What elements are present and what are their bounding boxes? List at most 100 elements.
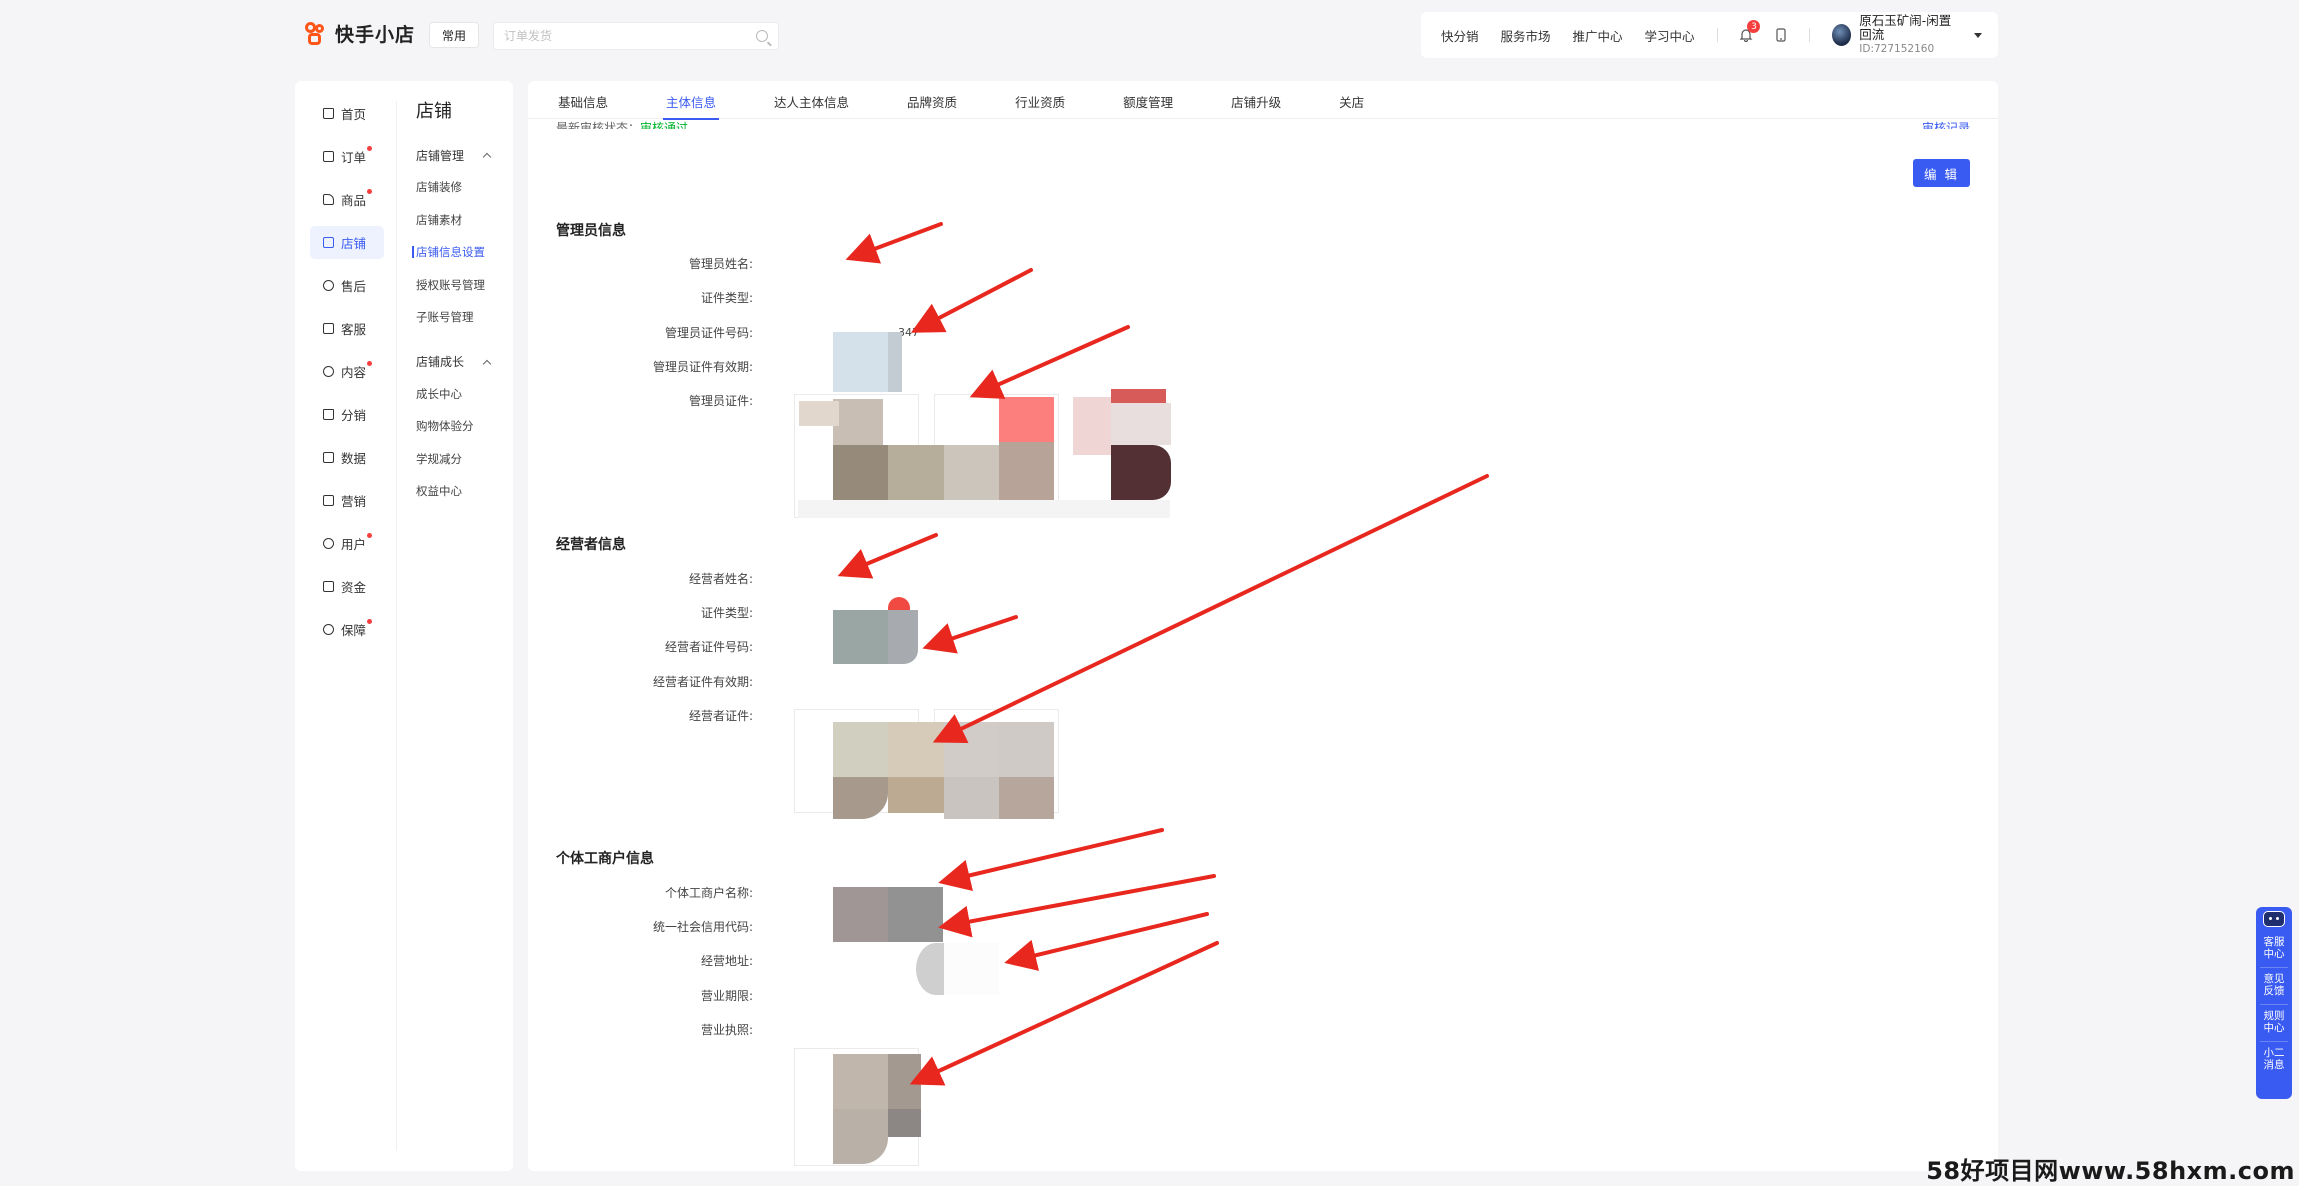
field-label: 统一社会信用代码: <box>652 920 753 934</box>
sidebar-subitem[interactable]: 店铺装修 <box>416 177 506 197</box>
field-label: 经营者证件号码: <box>664 640 753 654</box>
funds-icon <box>323 581 334 592</box>
field-label: 经营地址: <box>700 954 753 968</box>
edit-button[interactable]: 编 辑 <box>1913 159 1970 187</box>
tab-5[interactable]: 额度管理 <box>1123 81 1173 119</box>
sidebar-subitem[interactable]: 学规减分 <box>416 449 506 469</box>
mobile-icon[interactable] <box>1775 28 1787 42</box>
sidebar-item-label: 营销 <box>341 494 367 509</box>
sidebar-item-label: 资金 <box>341 580 367 595</box>
sidebar-item-store[interactable]: 店铺 <box>310 226 384 259</box>
tab-2[interactable]: 达人主体信息 <box>774 81 849 119</box>
caret-down-icon[interactable] <box>1974 32 1983 38</box>
sidebar-item-data[interactable]: 数据 <box>310 441 384 474</box>
section-title-business: 个体工商户信息 <box>556 851 654 867</box>
shield-icon <box>323 624 334 635</box>
tab-1[interactable]: 主体信息 <box>663 81 720 120</box>
chevron-up-icon[interactable] <box>482 152 492 162</box>
goods-icon <box>323 194 334 205</box>
sidebar-subitem[interactable]: 购物体验分 <box>416 416 506 436</box>
top-link-kuaifenxiao[interactable]: 快分销 <box>1441 26 1479 45</box>
sidebar-item-distribution[interactable]: 分销 <box>310 398 384 431</box>
data-icon <box>323 452 334 463</box>
sidebar-group-header[interactable]: 店铺管理 <box>416 145 506 165</box>
order-icon <box>323 151 334 162</box>
float-messages[interactable]: 小二消息 <box>2260 1042 2288 1078</box>
sidebar-item-label: 分销 <box>341 408 367 423</box>
status-badge: 审核通过 <box>640 121 689 129</box>
sidebar-subitem[interactable]: 子账号管理 <box>416 307 506 327</box>
top-link-promotion[interactable]: 推广中心 <box>1573 26 1623 45</box>
tab-7[interactable]: 关店 <box>1339 81 1364 119</box>
sidebar-item-funds[interactable]: 资金 <box>310 570 384 603</box>
field-label: 经营者证件: <box>688 709 753 723</box>
common-button[interactable]: 常用 <box>429 22 479 48</box>
notification-badge: 3 <box>1747 20 1761 33</box>
sidebar-item-label: 店铺 <box>341 236 367 251</box>
sidebar-item-service[interactable]: 客服 <box>310 312 384 345</box>
float-rules[interactable]: 规则中心 <box>2260 1005 2288 1042</box>
notification-dot <box>367 189 372 194</box>
sidebar-subitem[interactable]: 店铺信息设置 <box>412 242 506 262</box>
top-right-panel: 快分销 服务市场 推广中心 学习中心 3 原石玉矿闹-闲置回流 ID:72715… <box>1421 12 1998 58</box>
distribution-icon <box>323 409 334 420</box>
sidebar-item-content[interactable]: 内容 <box>310 355 384 388</box>
audit-record-link[interactable]: 审核记录 <box>1922 115 1970 129</box>
notification-dot <box>367 533 372 538</box>
tab-0[interactable]: 基础信息 <box>558 81 608 119</box>
sidebar-item-label: 客服 <box>341 322 367 337</box>
tab-6[interactable]: 店铺升级 <box>1231 81 1281 119</box>
sidebar-group-title: 店铺管理 <box>416 148 465 163</box>
user-id: ID:727152160 <box>1859 43 1935 55</box>
sidebar-subitem[interactable]: 店铺素材 <box>416 210 506 230</box>
sidebar-item-label: 数据 <box>341 451 367 466</box>
chevron-up-icon[interactable] <box>482 359 492 368</box>
logo-text: 快手小店 <box>335 24 416 46</box>
notification-dot <box>367 361 372 366</box>
field-label: 管理员姓名: <box>688 257 753 271</box>
sidebar-item-goods[interactable]: 商品 <box>310 183 384 216</box>
sidebar-group-header[interactable]: 店铺成长 <box>416 352 506 372</box>
user-menu[interactable]: 原石玉矿闹-闲置回流 ID:727152160 <box>1832 14 1983 56</box>
top-bar: 快手小店 常用 快分销 服务市场 推广中心 学习中心 3 原石玉矿闹-闲置回流 … <box>295 12 1998 58</box>
search-input[interactable] <box>504 29 756 43</box>
sidebar-item-aftersale[interactable]: 售后 <box>310 269 384 302</box>
sidebar-item-home[interactable]: 首页 <box>310 97 384 130</box>
robot-icon[interactable] <box>2263 911 2285 927</box>
sidebar-subitem[interactable]: 授权账号管理 <box>416 275 506 295</box>
secondary-nav-title: 店铺 <box>416 101 452 122</box>
sidebar-item-marketing[interactable]: 营销 <box>310 484 384 517</box>
tab-3[interactable]: 品牌资质 <box>907 81 957 119</box>
home-icon <box>323 108 334 119</box>
float-feedback[interactable]: 意见反馈 <box>2260 968 2288 1005</box>
watermark: 58好项目网www.58hxm.com <box>1926 1157 2295 1185</box>
field-label: 营业执照: <box>700 1023 753 1037</box>
user-icon <box>323 538 334 549</box>
top-link-service-market[interactable]: 服务市场 <box>1501 26 1551 45</box>
tab-bar: 基础信息 主体信息 达人主体信息 品牌资质 行业资质 额度管理 店铺升级 关店 <box>528 81 1998 120</box>
bell-icon[interactable]: 3 <box>1739 20 1761 42</box>
float-customer-service[interactable]: 客服中心 <box>2260 931 2288 968</box>
sidebar-subitem[interactable]: 权益中心 <box>416 481 506 501</box>
main-panel: 基础信息 主体信息 达人主体信息 品牌资质 行业资质 额度管理 店铺升级 关店 最新审核状态：… <box>528 81 1998 1171</box>
sidebar-item-shield[interactable]: 保障 <box>310 613 384 646</box>
search-icon[interactable] <box>756 30 768 42</box>
field-label: 管理员证件有效期: <box>652 360 753 374</box>
search-box[interactable] <box>493 22 779 50</box>
tab-4[interactable]: 行业资质 <box>1015 81 1065 119</box>
sidebar-item-order[interactable]: 订单 <box>310 140 384 173</box>
sidebar-item-user[interactable]: 用户 <box>310 527 384 560</box>
divider <box>1809 28 1811 42</box>
field-label: 经营者证件有效期: <box>652 675 753 689</box>
sidebar-item-label: 保障 <box>341 623 367 638</box>
logo[interactable]: 快手小店 <box>305 20 415 47</box>
divider <box>1716 28 1718 42</box>
field-label: 管理员证件号码: <box>664 326 753 340</box>
primary-nav: 首页订单商品店铺售后客服内容分销数据营销用户资金保障 <box>310 97 384 656</box>
notification-dot <box>367 146 372 151</box>
sidebar-item-label: 内容 <box>341 365 367 380</box>
sidebar-subitem[interactable]: 成长中心 <box>416 384 506 404</box>
top-link-learning[interactable]: 学习中心 <box>1645 26 1695 45</box>
field-label: 经营者姓名: <box>688 572 753 586</box>
service-icon <box>323 323 334 334</box>
